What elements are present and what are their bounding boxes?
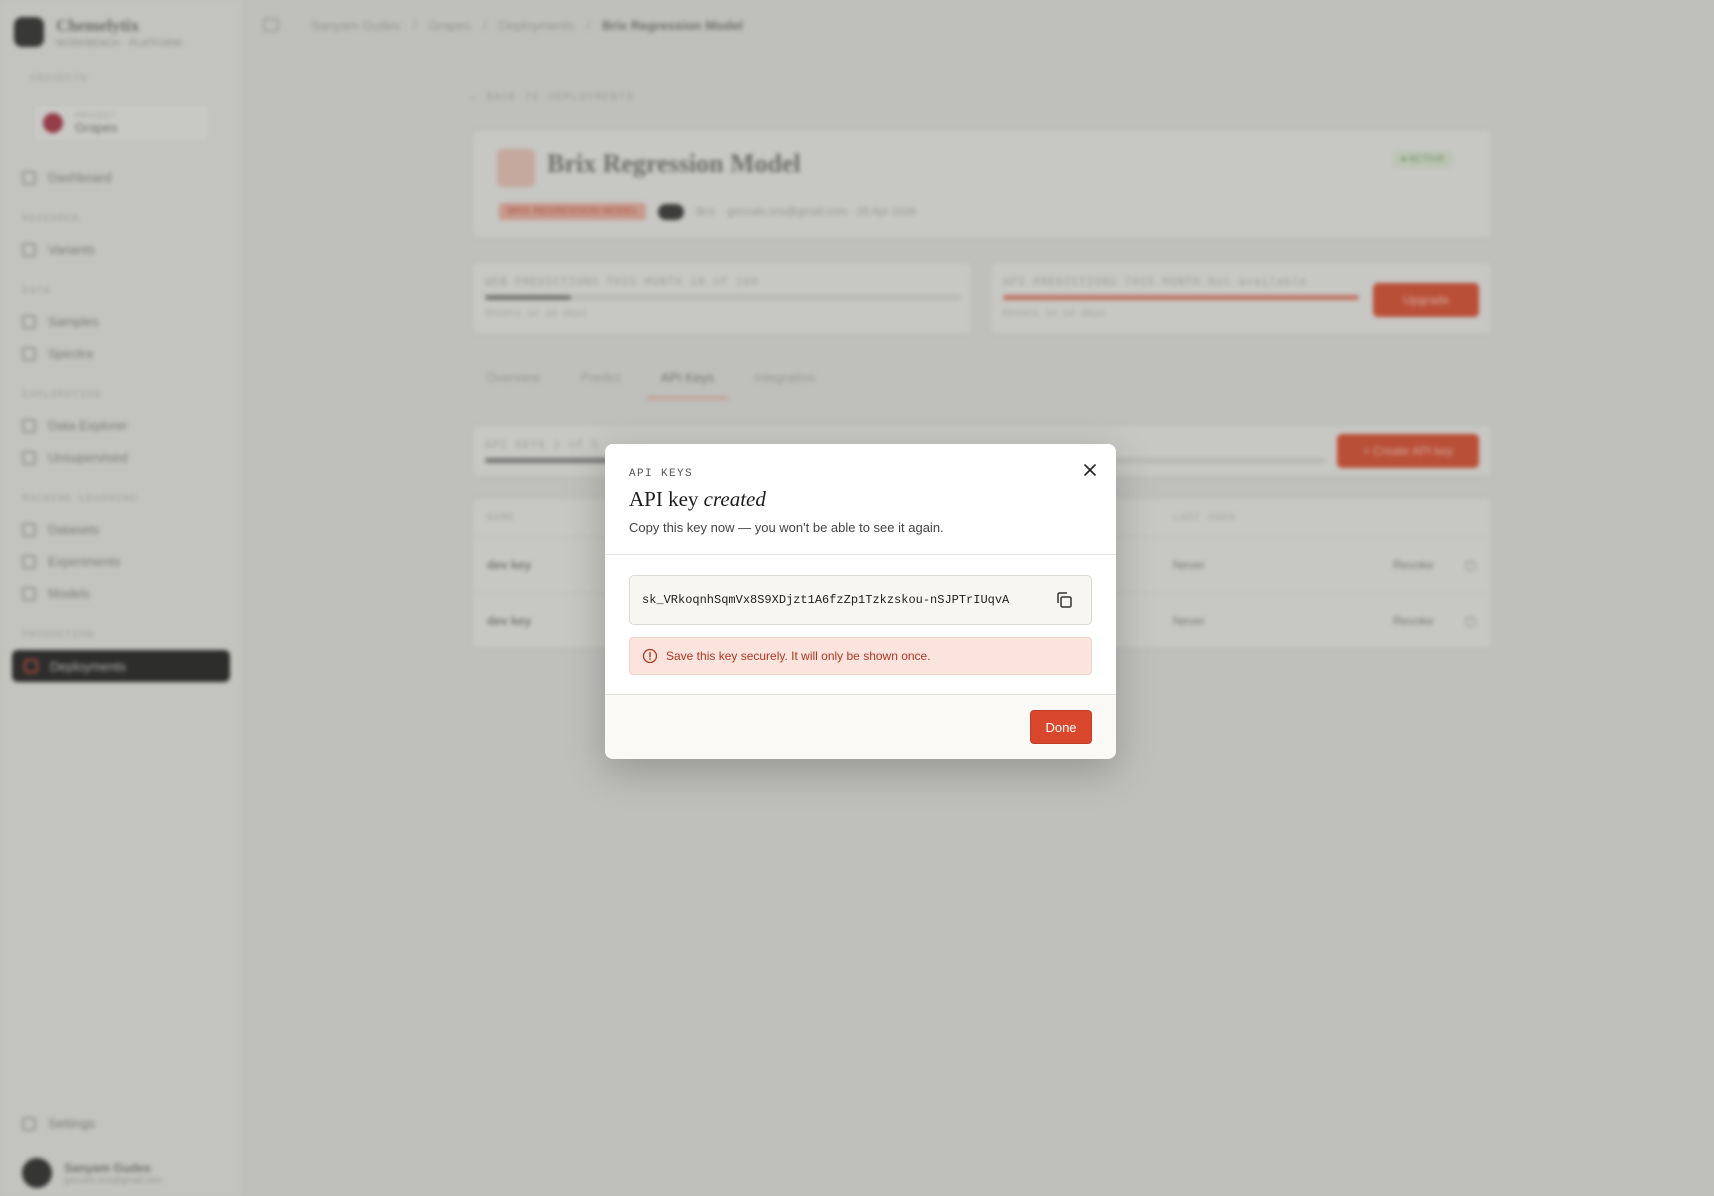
close-icon (1084, 464, 1096, 476)
done-button[interactable]: Done (1030, 710, 1092, 744)
dialog-kicker: API KEYS (629, 468, 694, 480)
close-button[interactable] (1078, 458, 1102, 482)
api-key-field[interactable]: sk_VRkoqnhSqmVx8S9XDjzt1A6fzZp1Tzkzskou-… (629, 575, 1092, 625)
dialog-header: API KEYS API key created Copy this key n… (605, 444, 1116, 555)
dialog-title-italic: created (703, 487, 766, 511)
dialog-body: sk_VRkoqnhSqmVx8S9XDjzt1A6fzZp1Tzkzskou-… (605, 555, 1116, 695)
warning-banner: Save this key securely. It will only be … (629, 637, 1092, 675)
api-key-created-dialog: API KEYS API key created Copy this key n… (605, 444, 1116, 759)
copy-icon (1057, 592, 1072, 608)
dialog-footer: Done (605, 695, 1116, 758)
api-key-value[interactable]: sk_VRkoqnhSqmVx8S9XDjzt1A6fzZp1Tzkzskou-… (642, 593, 1009, 607)
dialog-title: API key created (629, 487, 1092, 512)
copy-button[interactable] (1055, 591, 1075, 611)
dialog-title-plain: API key (629, 487, 699, 511)
alert-circle-icon (642, 648, 658, 664)
warning-text: Save this key securely. It will only be … (666, 649, 931, 663)
dialog-description: Copy this key now — you won't be able to… (629, 520, 944, 535)
